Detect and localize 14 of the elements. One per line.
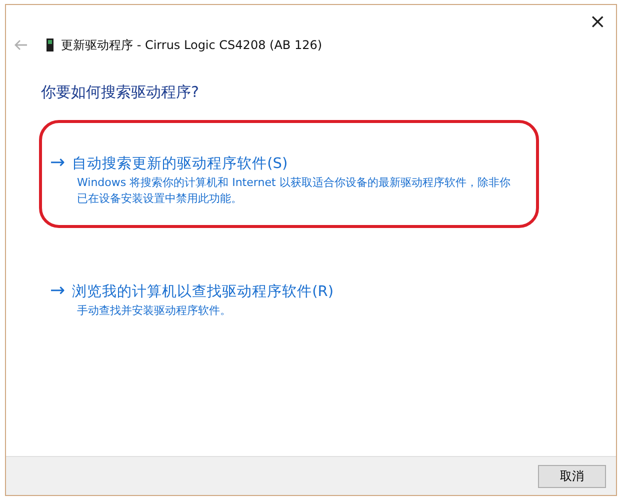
back-arrow-icon[interactable] — [14, 39, 28, 51]
option-title: 自动搜索更新的驱动程序软件(S) — [72, 154, 288, 172]
page-heading: 你要如何搜索驱动程序? — [41, 83, 200, 102]
option-title: 浏览我的计算机以查找驱动程序软件(R) — [72, 282, 334, 300]
option-link[interactable]: → 浏览我的计算机以查找驱动程序软件(R) 手动查找并安装驱动程序软件。 — [39, 248, 539, 340]
device-icon — [46, 38, 54, 52]
window-title: 更新驱动程序 - Cirrus Logic CS4208 (AB 126) — [61, 36, 322, 54]
cancel-button[interactable]: 取消 — [538, 464, 606, 488]
highlighted-option[interactable]: → 自动搜索更新的驱动程序软件(S) Windows 将搜索你的计算机和 Internet 以获取适合你设备的最新驱动程序软件，除非你已在设备安装设置中禁用此功能。 — [39, 120, 539, 228]
arrow-icon: → — [50, 153, 66, 173]
option-description: 手动查找并安装驱动程序软件。 — [77, 303, 232, 319]
arrow-icon: → — [50, 281, 66, 301]
option-description: Windows 将搜索你的计算机和 Internet 以获取适合你设备的最新驱动程序软件，除非你已在设备安装设置中禁用此功能。 — [77, 175, 512, 207]
close-button[interactable]: × — [581, 9, 614, 33]
